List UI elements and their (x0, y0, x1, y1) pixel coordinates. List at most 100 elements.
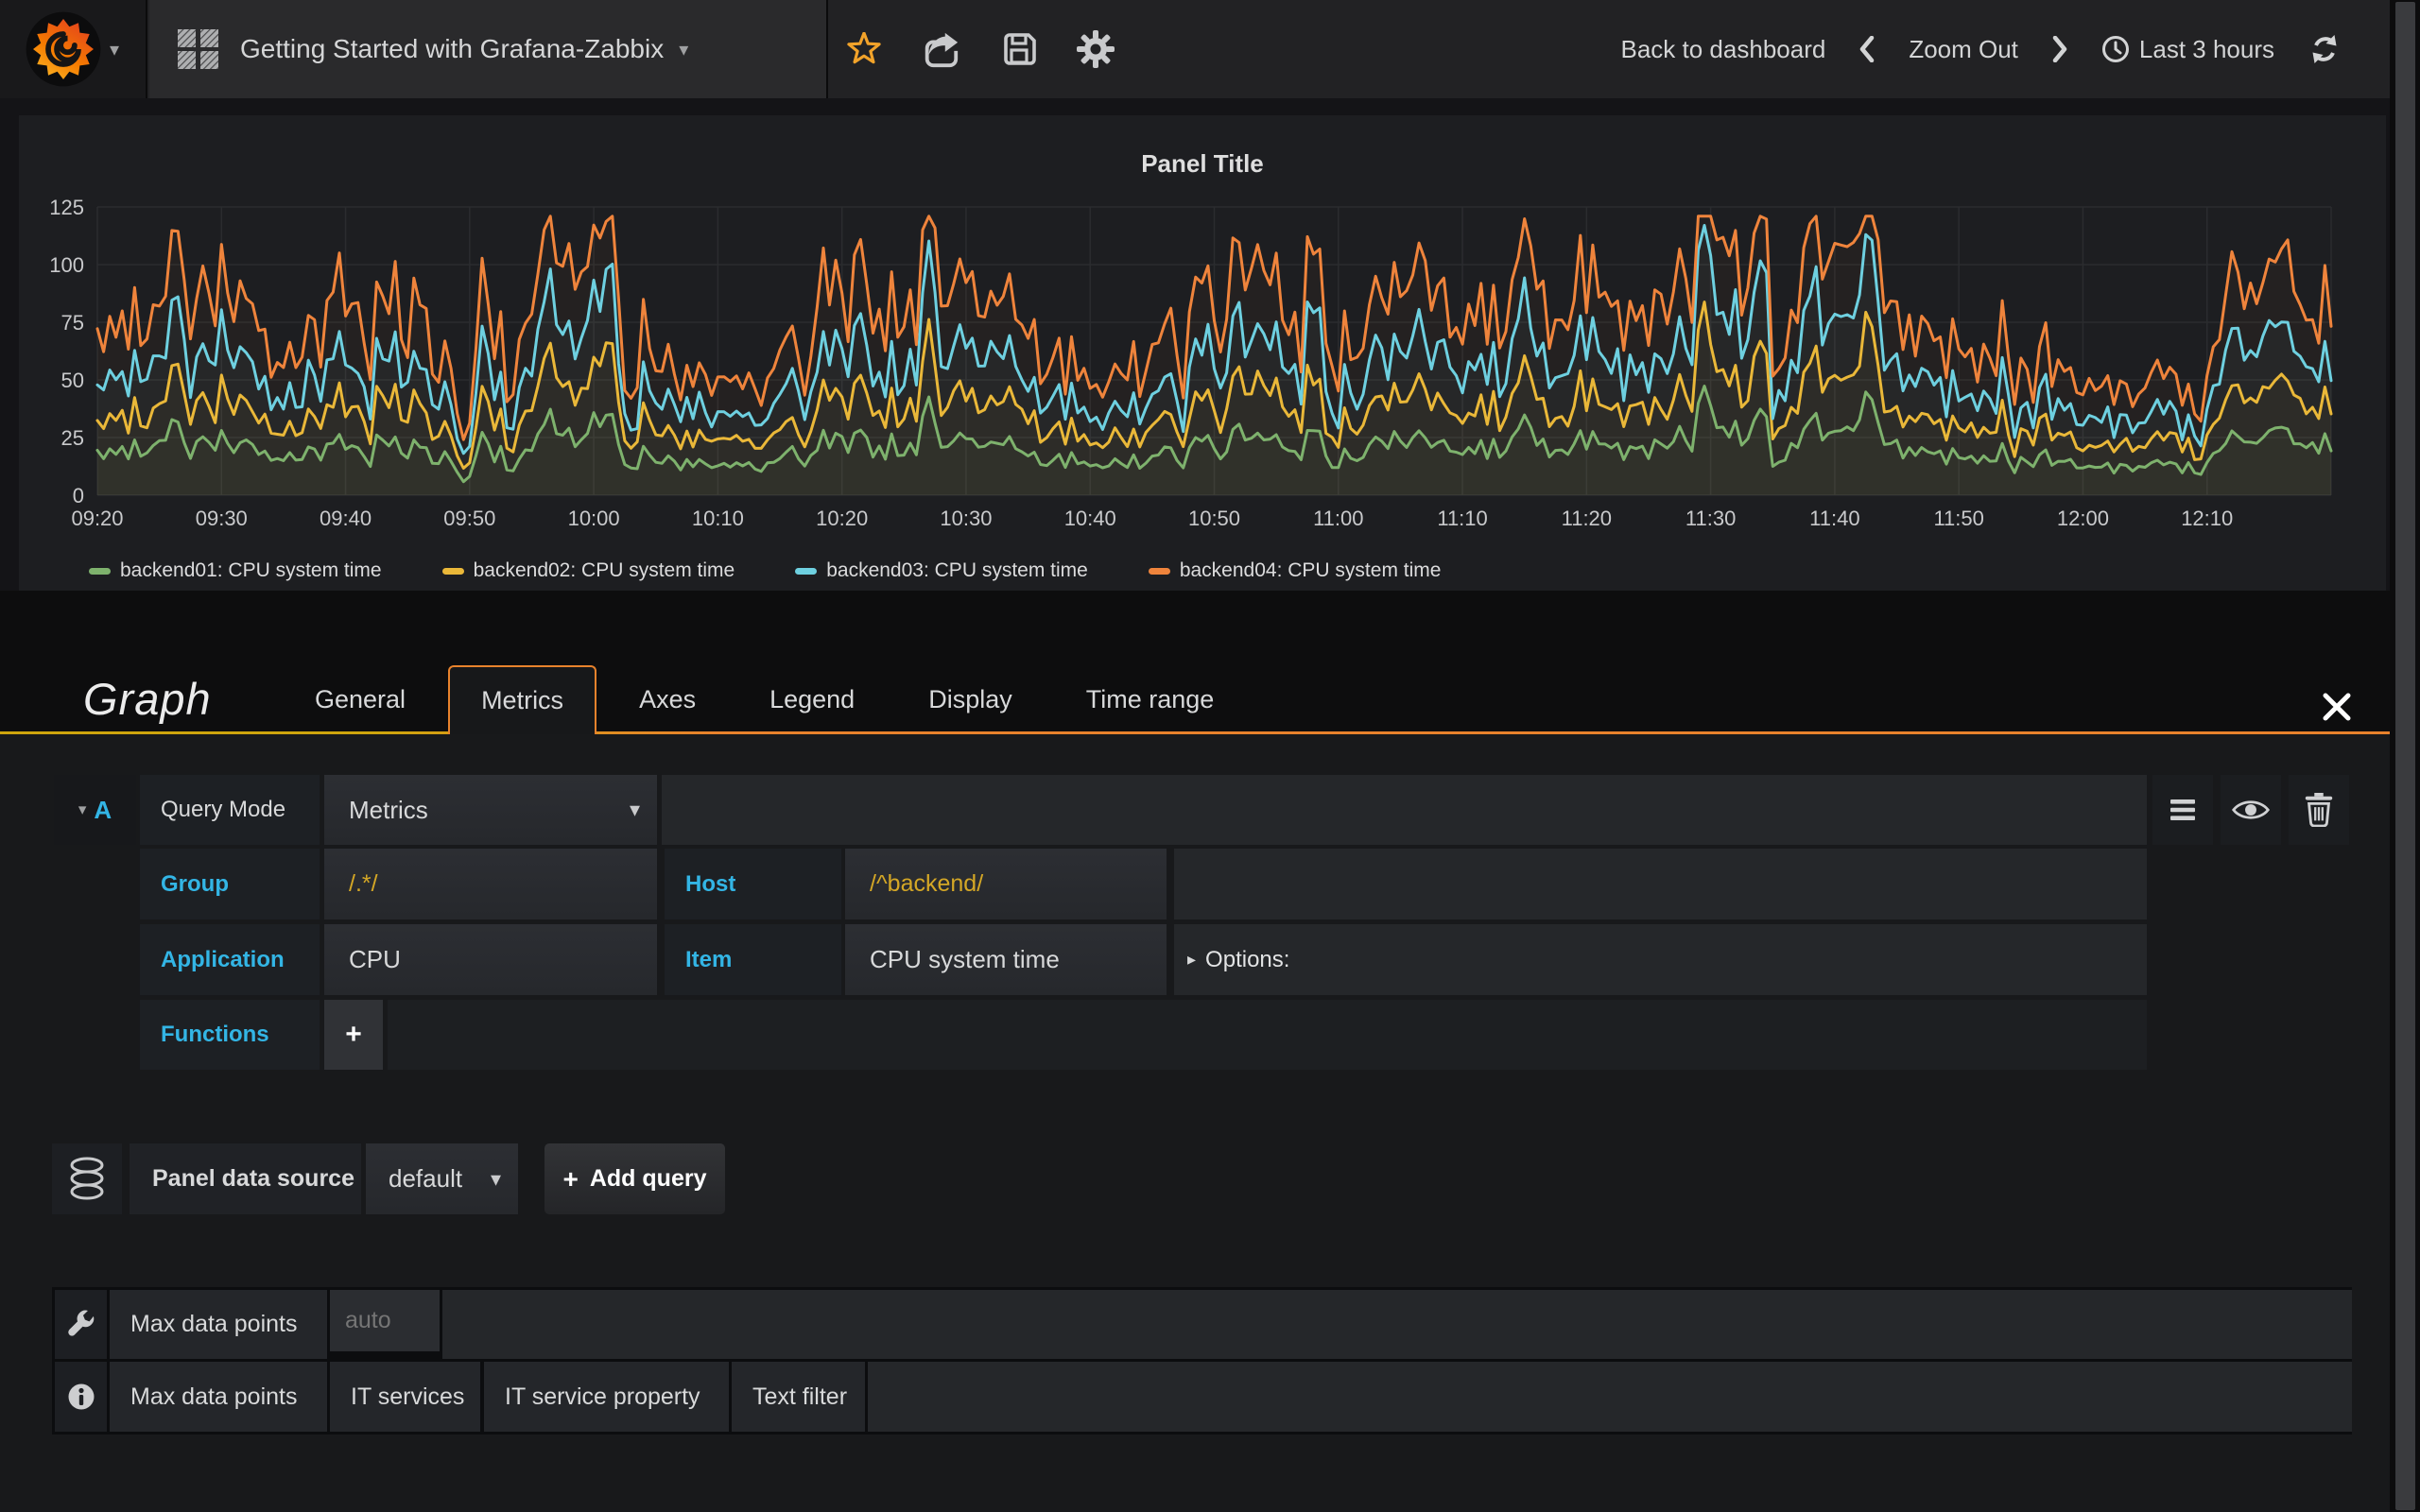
zoom-out-button[interactable]: Zoom Out (1909, 35, 2018, 64)
chevron-left-icon[interactable] (1859, 36, 1875, 62)
svg-text:125: 125 (49, 196, 84, 219)
panel-datasource-label: Panel data source (130, 1143, 361, 1214)
time-range-picker[interactable]: Last 3 hours (2101, 35, 2274, 64)
options-row2-filler (868, 1362, 2352, 1432)
chevron-right-icon[interactable] (2052, 36, 2067, 62)
group-label: Group (140, 849, 320, 919)
svg-text:10:10: 10:10 (692, 507, 744, 530)
bottom-tab-text-filter[interactable]: Text filter (732, 1362, 865, 1432)
options-wrench-cell (55, 1290, 107, 1359)
legend-item[interactable]: backend02: CPU system time (442, 559, 735, 582)
series-label: backend04: CPU system time (1180, 559, 1442, 582)
datasource-select[interactable]: default ▾ (366, 1143, 518, 1214)
bottom-tab-it-service-property[interactable]: IT service property (484, 1362, 729, 1432)
logo-menu-caret-icon: ▾ (110, 38, 119, 61)
svg-text:10:20: 10:20 (816, 507, 868, 530)
back-to-dashboard-link[interactable]: Back to dashboard (1621, 35, 1826, 64)
svg-text:09:50: 09:50 (443, 507, 495, 530)
query-mode-label: Query Mode (140, 775, 320, 845)
svg-text:12:10: 12:10 (2181, 507, 2233, 530)
refresh-icon[interactable] (2308, 33, 2341, 65)
tab-legend[interactable]: Legend (738, 665, 886, 734)
tab-general[interactable]: General (284, 665, 437, 734)
svg-text:10:00: 10:00 (568, 507, 620, 530)
star-icon (847, 32, 881, 66)
svg-text:25: 25 (61, 426, 84, 450)
options-label: Options: (1205, 947, 1289, 973)
query-row2-filler (1174, 849, 2147, 919)
wrench-icon (66, 1310, 96, 1340)
query-ref-letter: A (94, 796, 112, 825)
chart-legend: backend01: CPU system time backend02: CPU… (89, 559, 1441, 582)
svg-text:09:30: 09:30 (196, 507, 248, 530)
svg-text:09:20: 09:20 (71, 507, 123, 530)
legend-item[interactable]: backend03: CPU system time (795, 559, 1088, 582)
add-query-button[interactable]: + Add query (544, 1143, 725, 1214)
scrollbar-thumb[interactable] (2395, 2, 2415, 1510)
query-mode-select[interactable]: Metrics ▾ (324, 775, 657, 845)
application-value-field[interactable]: CPU (324, 924, 657, 995)
close-editor-button[interactable] (2318, 688, 2356, 726)
query-toggle-visibility-button[interactable] (2221, 775, 2281, 845)
item-value-field[interactable]: CPU system time (845, 924, 1167, 995)
tab-time-range[interactable]: Time range (1055, 665, 1246, 734)
clock-icon (2101, 35, 2130, 63)
svg-text:10:40: 10:40 (1064, 507, 1116, 530)
dashboard-grid-icon (178, 27, 219, 71)
bottom-tab-it-services[interactable]: IT services (330, 1362, 480, 1432)
series-color-marker (442, 568, 464, 575)
svg-text:11:00: 11:00 (1313, 507, 1363, 530)
host-value-field[interactable]: /^backend/ (845, 849, 1167, 919)
query-collapse-cell[interactable]: ▾ A (54, 775, 136, 845)
max-data-points-label: Max data points (110, 1290, 327, 1359)
save-button[interactable] (998, 0, 1042, 98)
add-function-button[interactable]: + (324, 1000, 383, 1070)
time-range-label: Last 3 hours (2139, 35, 2274, 64)
max-data-points-input[interactable] (330, 1290, 440, 1351)
svg-text:10:30: 10:30 (940, 507, 992, 530)
legend-item[interactable]: backend01: CPU system time (89, 559, 382, 582)
tab-metrics[interactable]: Metrics (448, 665, 596, 734)
svg-text:11:40: 11:40 (1809, 507, 1859, 530)
eye-icon (2231, 796, 2271, 824)
graph-panel: Panel Title 025507510012509:2009:3009:40… (19, 115, 2386, 591)
settings-button[interactable] (1074, 0, 1117, 98)
tab-display[interactable]: Display (897, 665, 1044, 734)
options-info-cell (55, 1362, 107, 1432)
series-color-marker (1149, 568, 1170, 575)
dropdown-caret-icon: ▾ (630, 798, 640, 822)
svg-text:09:40: 09:40 (320, 507, 372, 530)
query-menu-button[interactable] (2152, 775, 2213, 845)
query-delete-button[interactable] (2289, 775, 2349, 845)
svg-text:11:50: 11:50 (1933, 507, 1983, 530)
grafana-logo-icon (25, 10, 102, 88)
dashboard-title-caret-icon: ▾ (679, 38, 688, 61)
query-collapse-caret-icon: ▾ (78, 800, 87, 819)
dashboard-title-block[interactable]: Getting Started with Grafana-Zabbix ▾ (149, 0, 828, 98)
top-navbar: ▾ Getting Started with Grafana-Zabbix ▾ (0, 0, 2390, 98)
trash-icon (2305, 793, 2333, 827)
star-button[interactable] (843, 0, 885, 98)
svg-text:10:50: 10:50 (1188, 507, 1240, 530)
menu-icon (2169, 798, 2197, 822)
series-label: backend03: CPU system time (826, 559, 1088, 582)
series-label: backend02: CPU system time (474, 559, 735, 582)
svg-text:75: 75 (61, 311, 84, 335)
share-button[interactable] (919, 0, 962, 98)
legend-item[interactable]: backend04: CPU system time (1149, 559, 1442, 582)
bottom-tab-max-data-points[interactable]: Max data points (110, 1362, 327, 1432)
grafana-logo-block[interactable]: ▾ (0, 0, 147, 98)
panel-type-title: Graph (83, 673, 212, 725)
tab-axes[interactable]: Axes (608, 665, 727, 734)
options-toggle[interactable]: ▸ Options: (1174, 924, 2147, 995)
series-color-marker (89, 568, 111, 575)
group-value-field[interactable]: /.*/ (324, 849, 657, 919)
editor-tabs: General Metrics Axes Legend Display Time… (284, 665, 1245, 734)
application-label: Application (140, 924, 320, 995)
dashboard-title: Getting Started with Grafana-Zabbix (240, 34, 664, 64)
functions-label: Functions (140, 1000, 320, 1070)
svg-text:12:00: 12:00 (2057, 507, 2109, 530)
share-icon (921, 29, 960, 69)
svg-text:11:10: 11:10 (1437, 507, 1487, 530)
series-color-marker (795, 568, 817, 575)
